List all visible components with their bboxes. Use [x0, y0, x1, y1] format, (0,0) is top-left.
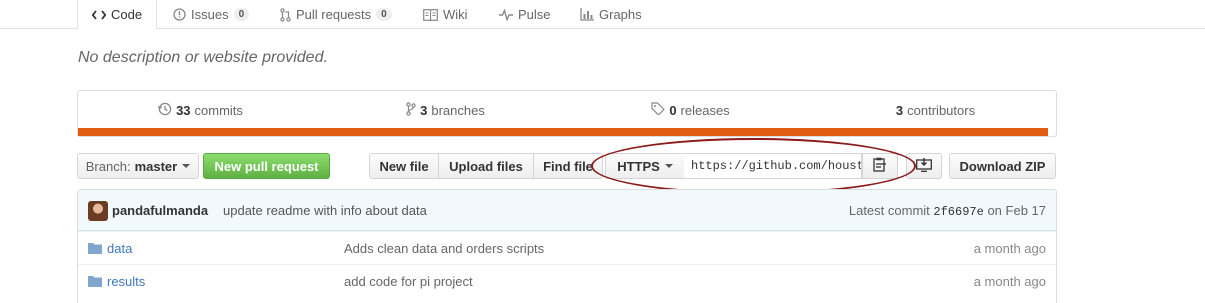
commit-message-link[interactable]: update readme with info about data — [223, 203, 427, 218]
repo-summary: 33 commits 3 branches 0 releases 3 contr… — [77, 90, 1057, 137]
table-row: data Adds clean data and orders scripts … — [78, 231, 1056, 264]
file-age: a month ago — [973, 274, 1046, 289]
contributors-label: contributors — [907, 102, 976, 118]
repo-tabs: Code Issues 0 Pull requests 0 Wiki Pulse… — [0, 0, 1205, 30]
pull-request-icon — [280, 7, 291, 22]
branch-select-label: Branch: — [85, 158, 131, 174]
branches-link[interactable]: 3 branches — [323, 91, 568, 129]
branch-name: master — [134, 158, 178, 174]
open-desktop-button[interactable] — [906, 153, 942, 179]
latest-commit-date: on Feb 17 — [987, 203, 1046, 218]
code-icon — [92, 9, 106, 20]
caret-down-icon — [664, 164, 673, 168]
file-commit-message[interactable]: Adds clean data and orders scripts — [344, 241, 544, 256]
clone-url-input[interactable]: https://github.com/housto — [684, 153, 862, 179]
file-table: pandafulmanda update readme with info ab… — [77, 189, 1057, 303]
desktop-download-icon — [916, 157, 932, 175]
find-file-button[interactable]: Find file — [533, 153, 603, 179]
releases-link[interactable]: 0 releases — [568, 91, 813, 129]
tab-label: Code — [111, 7, 143, 22]
folder-icon — [88, 275, 102, 287]
pulse-icon — [499, 8, 513, 21]
tab-pull-requests[interactable]: Pull requests 0 — [280, 0, 392, 29]
pull-requests-count-badge: 0 — [376, 8, 392, 21]
tab-issues[interactable]: Issues 0 — [173, 0, 250, 29]
releases-label: releases — [680, 102, 730, 118]
file-name-link[interactable]: results — [107, 274, 145, 289]
latest-commit-prefix: Latest commit — [848, 203, 930, 218]
avatar[interactable] — [88, 201, 108, 221]
latest-commit-bar: pandafulmanda update readme with info ab… — [78, 190, 1056, 231]
history-icon — [157, 102, 172, 119]
book-icon — [423, 8, 438, 21]
contributors-count: 3 — [895, 102, 904, 118]
language-bar — [78, 128, 1048, 136]
tab-wiki[interactable]: Wiki — [423, 0, 468, 29]
table-row: results add code for pi project a month … — [78, 264, 1056, 297]
branches-count: 3 — [420, 102, 428, 118]
contributors-link[interactable]: 3 contributors — [813, 91, 1058, 129]
tag-icon — [651, 102, 666, 118]
releases-count: 0 — [669, 102, 677, 118]
commit-author-link[interactable]: pandafulmanda — [112, 203, 208, 218]
tab-label: Graphs — [599, 7, 642, 22]
clipboard-icon — [873, 157, 887, 175]
tab-label: Wiki — [443, 7, 468, 22]
latest-commit-meta: Latest commit 2f6697e on Feb 17 — [849, 203, 1046, 219]
file-commit-message[interactable]: add code for pi project — [344, 274, 473, 289]
upload-files-button[interactable]: Upload files — [438, 153, 534, 179]
tab-graphs[interactable]: Graphs — [580, 0, 642, 29]
tab-pulse[interactable]: Pulse — [499, 0, 551, 29]
commits-link[interactable]: 33 commits — [78, 91, 323, 129]
tab-label: Issues — [191, 7, 229, 22]
download-zip-button[interactable]: Download ZIP — [949, 153, 1056, 179]
tab-label: Pull requests — [296, 7, 372, 22]
commit-sha-link[interactable]: 2f6697e — [933, 205, 983, 219]
repo-description: No description or website provided. — [78, 49, 328, 66]
tab-code[interactable]: Code — [77, 0, 158, 30]
graph-icon — [580, 8, 594, 21]
clone-protocol-button[interactable]: HTTPS — [605, 153, 685, 179]
tab-label: Pulse — [518, 7, 551, 22]
new-file-button[interactable]: New file — [369, 153, 439, 179]
clone-protocol-label: HTTPS — [617, 158, 660, 174]
issue-icon — [173, 8, 186, 21]
file-age: a month ago — [973, 241, 1046, 256]
issues-count-badge: 0 — [233, 8, 250, 21]
copy-url-button[interactable] — [862, 153, 898, 179]
caret-down-icon — [182, 164, 191, 168]
folder-icon — [88, 242, 102, 254]
new-pull-request-button[interactable]: New pull request — [203, 153, 330, 179]
commits-label: commits — [194, 102, 243, 118]
commits-count: 33 — [176, 102, 191, 118]
branch-icon — [406, 101, 416, 119]
file-name-link[interactable]: data — [107, 241, 132, 256]
branch-select-button[interactable]: Branch: master — [77, 153, 199, 179]
branches-label: branches — [431, 102, 485, 118]
